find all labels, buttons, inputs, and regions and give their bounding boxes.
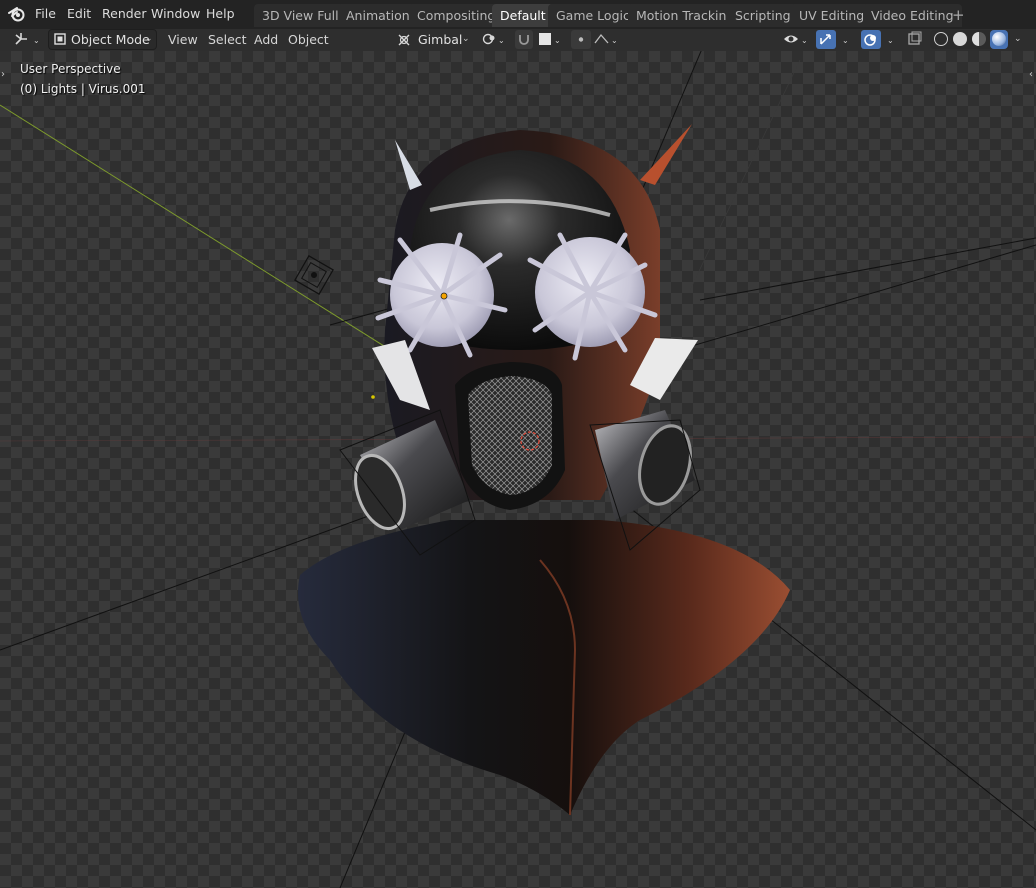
menu-window[interactable]: Window — [147, 0, 204, 29]
menu-edit[interactable]: Edit — [63, 0, 95, 29]
tab-3d-view-full[interactable]: 3D View Full — [254, 4, 347, 27]
chevron-down-icon[interactable]: ⌄ — [1014, 30, 1022, 49]
menu-view[interactable]: View — [168, 29, 198, 50]
tab-game-logic[interactable]: Game Logic — [548, 4, 638, 27]
mode-label: Object Mode — [71, 32, 150, 47]
view-name-label: User Perspective — [20, 62, 121, 76]
tab-scripting[interactable]: Scripting — [727, 4, 799, 27]
svg-text:⌄: ⌄ — [611, 36, 618, 45]
gizmo-icon[interactable]: ⌄ — [815, 29, 855, 50]
svg-text:⌄: ⌄ — [554, 36, 561, 45]
snap-magnet-icon[interactable] — [514, 29, 534, 50]
tab-motion-tracking[interactable]: Motion Tracking — [628, 4, 743, 27]
viewport-header: ⌄ Object Mode ⌄ View Select Add Object G… — [0, 29, 1036, 51]
view3d-editor-icon[interactable]: ⌄ — [12, 29, 42, 50]
gimbal-icon — [396, 30, 412, 51]
chevron-down-icon: ⌄ — [145, 34, 153, 44]
top-menu-bar: File Edit Render Window Help 3D View Ful… — [0, 0, 1036, 29]
menu-select[interactable]: Select — [208, 29, 247, 50]
light-gizmo — [294, 255, 334, 295]
rendered-shading-button[interactable] — [990, 30, 1008, 49]
object-info-label: (0) Lights | Virus.001 — [20, 82, 146, 96]
tab-uv-editing[interactable]: UV Editing — [791, 4, 873, 27]
proportional-edit-icon[interactable]: ⌄ — [570, 29, 622, 50]
material-shading-icon[interactable] — [972, 32, 986, 46]
toolbar-expand-arrow[interactable]: › — [1, 69, 5, 80]
mode-dropdown[interactable]: Object Mode ⌄ — [48, 29, 157, 50]
menu-object[interactable]: Object — [288, 29, 329, 50]
tab-video-editing[interactable]: Video Editing — [863, 4, 962, 27]
add-workspace-button[interactable]: + — [952, 4, 965, 27]
menu-file[interactable]: File — [31, 0, 60, 29]
tab-compositing[interactable]: Compositing — [409, 4, 504, 27]
shading-mode-group — [930, 30, 1010, 49]
menu-render[interactable]: Render — [98, 0, 151, 29]
tab-default[interactable]: Default — [492, 4, 554, 27]
svg-text:⌄: ⌄ — [33, 36, 40, 45]
sidebar-expand-arrow[interactable]: ‹ — [1029, 69, 1033, 80]
object-mode-icon — [52, 30, 68, 51]
snap-target-icon[interactable]: ⌄ — [537, 29, 565, 50]
rendered-shading-icon — [992, 32, 1006, 46]
pivot-icon[interactable]: ⌄ — [480, 29, 510, 50]
3d-viewport[interactable]: User Perspective (0) Lights | Virus.001 … — [0, 51, 1036, 888]
svg-text:⌄: ⌄ — [801, 36, 808, 45]
svg-text:⌄: ⌄ — [498, 36, 505, 45]
scene-render — [0, 51, 1036, 888]
eye-visibility-icon[interactable]: ⌄ — [782, 29, 812, 50]
menu-add[interactable]: Add — [254, 29, 278, 50]
blender-logo-icon[interactable] — [8, 5, 26, 23]
left-horn — [395, 140, 422, 190]
xray-icon[interactable] — [905, 29, 925, 50]
orientation-label: Gimbal — [418, 32, 463, 47]
tab-animation[interactable]: Animation — [338, 4, 418, 27]
overlay-icon[interactable]: ⌄ — [860, 29, 900, 50]
orientation-dropdown[interactable]: Gimbal ⌄ — [393, 29, 473, 50]
mask-mesh — [468, 376, 552, 495]
wireframe-shading-icon[interactable] — [934, 32, 948, 46]
menu-help[interactable]: Help — [202, 0, 239, 29]
chevron-down-icon: ⌄ — [462, 34, 470, 44]
svg-text:⌄: ⌄ — [842, 36, 849, 45]
svg-text:⌄: ⌄ — [887, 36, 894, 45]
solid-shading-icon[interactable] — [953, 32, 967, 46]
